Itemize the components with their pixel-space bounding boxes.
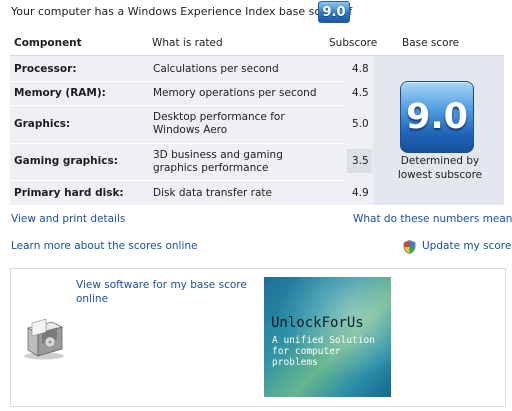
column-header-what-is-rated: What is rated [152,37,223,49]
table-row-subscore: 4.5 [352,87,369,99]
table-row-rated: Disk data transfer rate [153,187,273,199]
table-row-component: Primary hard disk: [14,187,124,199]
table-row-rated: Desktop performance for Windows Aero [153,111,285,136]
column-header-base-score: Base score [402,37,460,49]
row-divider [10,105,346,106]
base-score-heading: Your computer has a Windows Experience I… [11,5,353,18]
view-print-details-link[interactable]: View and print details [11,213,125,225]
learn-more-scores-link[interactable]: Learn more about the scores online [11,240,197,252]
base-score-badge: 9.0 [318,1,350,23]
table-row-subscore: 3.5 [352,155,369,167]
what-do-numbers-mean-link[interactable]: What do these numbers mean? [353,213,512,225]
row-divider [10,180,346,181]
base-score-caption: Determined by lowest subscore [397,155,483,181]
ad-subtitle: A unified Solution for computer problems [272,335,375,368]
column-header-component: Component [14,37,82,49]
table-row-component: Gaming graphics: [14,155,118,167]
table-row-rated: Calculations per second [153,63,279,75]
base-score-large-badge: 9.0 [400,81,474,153]
row-divider [10,81,346,82]
table-row-subscore: 4.9 [352,187,369,199]
column-header-subscore: Subscore [329,37,378,49]
uac-shield-icon [403,240,416,254]
row-divider [10,143,346,144]
table-row-component: Memory (RAM): [14,87,106,99]
view-software-link[interactable]: View software for my base score online [76,278,256,306]
table-row-subscore: 5.0 [352,118,369,130]
table-row-rated: 3D business and gaming graphics performa… [153,149,283,174]
table-row-component: Processor: [14,63,77,75]
table-row-subscore: 4.8 [352,63,369,75]
software-box-icon [24,318,64,360]
update-my-score-link[interactable]: Update my score [422,240,511,252]
table-row-rated: Memory operations per second [153,87,317,99]
ad-title: UnlockForUs [271,315,364,331]
table-row-component: Graphics: [14,118,71,130]
